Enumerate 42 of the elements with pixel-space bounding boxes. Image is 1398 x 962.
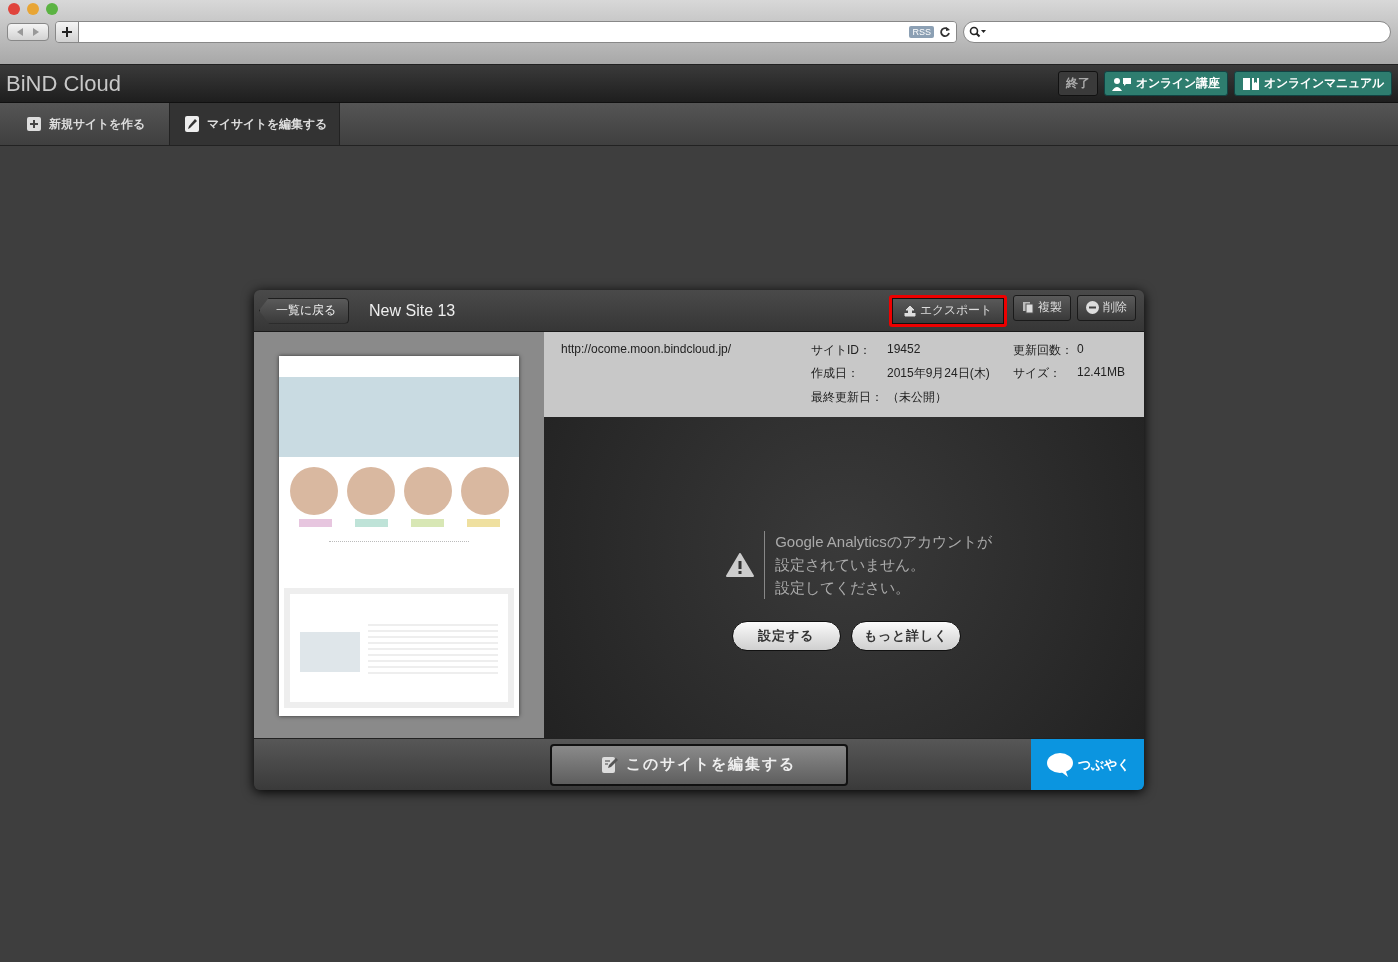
upload-icon — [904, 304, 916, 317]
zoom-window-icon[interactable] — [46, 3, 58, 15]
back-forward-button[interactable] — [7, 23, 49, 41]
search-icon — [969, 26, 987, 38]
copy-icon — [1022, 301, 1034, 314]
edit-icon — [602, 755, 618, 774]
notice-line: 設定してください。 — [775, 578, 911, 598]
header-button[interactable]: 終了 — [1058, 71, 1098, 96]
detail-value: 12.41MB — [1077, 365, 1126, 380]
detail-value: 0 — [1077, 342, 1085, 356]
detail-label: 更新回数： — [1013, 342, 1074, 359]
edit-site-button[interactable]: このサイトを編集する — [550, 743, 848, 786]
people-chat-icon — [1112, 76, 1132, 91]
detail-value: （未公開） — [887, 388, 948, 406]
plus-icon — [27, 117, 41, 131]
minus-circle-icon — [1086, 301, 1099, 314]
search-field[interactable] — [963, 21, 1391, 43]
site-name: New Site 13 — [369, 301, 457, 320]
notice-button[interactable]: 設定する — [731, 621, 841, 651]
back-button[interactable]: 一覧に戻る — [259, 297, 349, 324]
speech-bubble-icon — [1045, 751, 1074, 778]
detail-label: サイトID： — [811, 342, 872, 359]
detail-value: 2015年9月24日(木) — [887, 365, 991, 383]
notice-button[interactable]: もっと詳しく — [850, 621, 961, 651]
action-button[interactable]: 複製 — [1013, 294, 1071, 321]
site-url[interactable]: http://ocome.moon.bindcloud.jp/ — [561, 342, 811, 407]
book-icon — [1242, 76, 1260, 91]
notice-line: Google Analyticsのアカウントが — [775, 532, 992, 552]
close-window-icon[interactable] — [8, 3, 20, 15]
detail-label: 作成日： — [811, 365, 860, 383]
pencil-icon — [185, 116, 199, 132]
app-title: BiND Cloud — [6, 70, 121, 97]
notice-line: 設定されていません。 — [775, 555, 926, 575]
action-button[interactable]: エクスポート — [889, 294, 1007, 327]
detail-label: サイズ： — [1013, 365, 1062, 383]
detail-label: 最終更新日： — [811, 388, 884, 406]
warning-icon — [726, 552, 755, 577]
detail-value: 19452 — [887, 342, 922, 356]
header-button[interactable]: オンライン講座 — [1104, 71, 1228, 96]
header-button[interactable]: オンラインマニュアル — [1234, 71, 1392, 96]
action-button[interactable]: 削除 — [1077, 294, 1136, 321]
toolbar-tab[interactable]: マイサイトを編集する — [170, 103, 340, 145]
